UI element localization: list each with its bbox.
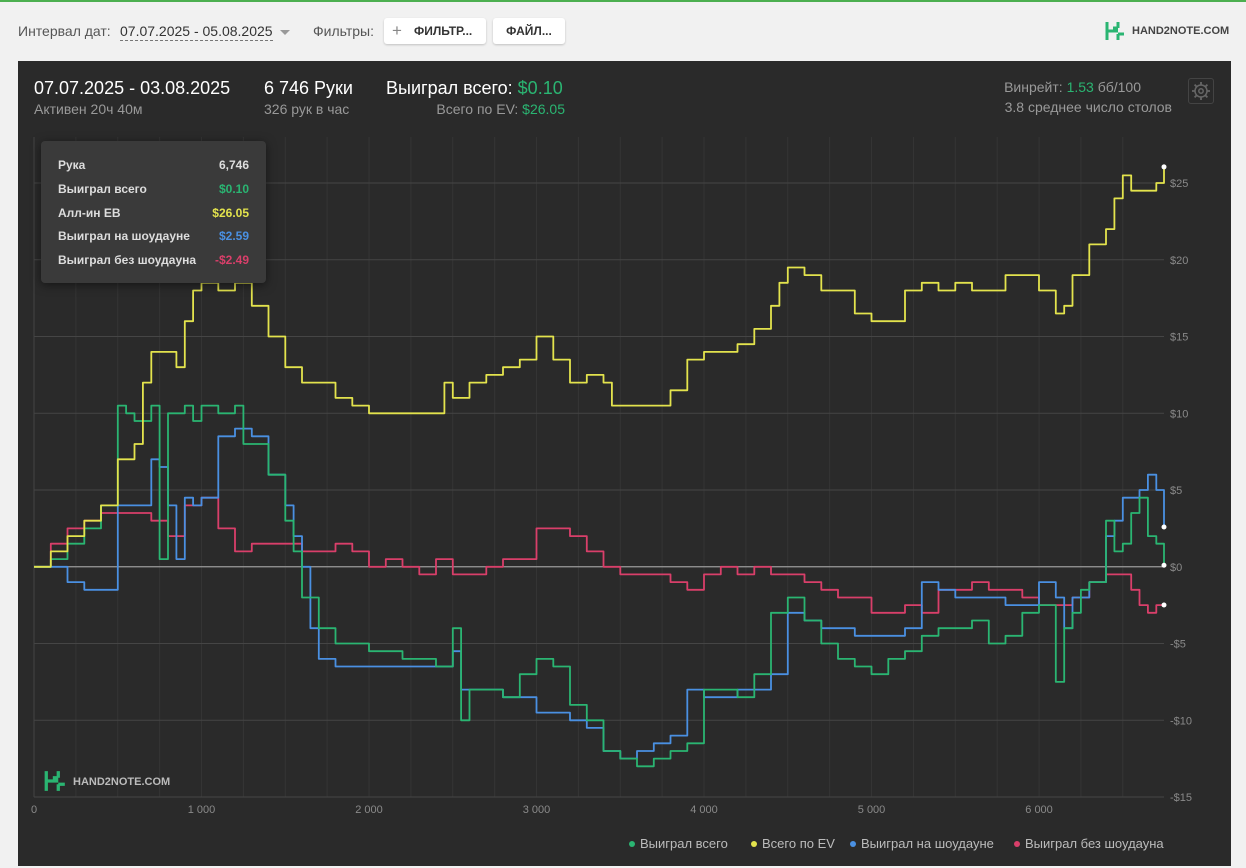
legend-label: Выиграл без шоудауна <box>1025 836 1164 851</box>
logo-icon <box>1105 22 1124 40</box>
tooltip-value: 6,746 <box>218 158 249 172</box>
legend-item[interactable]: Всего по EV <box>751 836 835 851</box>
legend-label: Выиграл на шоудауне <box>861 836 994 851</box>
file-button[interactable]: ФАЙЛ... <box>493 18 565 44</box>
y-tick-label: $20 <box>1170 255 1188 267</box>
series-line <box>34 404 1165 768</box>
tooltip-value: $2.59 <box>218 229 249 243</box>
toolbar: Интервал дат: 07.07.2025 - 05.08.2025 Фи… <box>0 2 1246 60</box>
legend-item[interactable]: Выиграл без шоудауна <box>1014 836 1164 851</box>
brand-logo: HAND2NOTE.COM <box>1104 20 1234 42</box>
y-tick-label: $5 <box>1170 485 1182 497</box>
legend-label: Всего по EV <box>762 836 835 851</box>
legend-label: Выиграл всего <box>640 836 728 851</box>
date-range-picker[interactable]: 07.07.2025 - 05.08.2025 <box>120 23 273 41</box>
file-button-label: ФАЙЛ... <box>506 24 552 38</box>
legend-item[interactable]: Выиграл всего <box>629 836 728 851</box>
hover-tooltip: Рука 6,746 Выиграл всего $0.10 Алл-ин EВ $2… <box>41 141 266 283</box>
add-filter-label: ФИЛЬТР... <box>414 24 473 38</box>
y-tick-label: -$5 <box>1170 639 1186 651</box>
series-line <box>34 496 1165 614</box>
tooltip-label: Алл-ин EВ <box>58 206 121 220</box>
plus-icon: + <box>392 21 402 40</box>
logo-text: HAND2NOTE.COM <box>1132 25 1230 37</box>
chevron-down-icon[interactable] <box>280 30 290 35</box>
legend-dot <box>751 840 757 847</box>
tooltip-value: $26.05 <box>212 206 249 220</box>
tooltip-row: Алл-ин EВ $26.05 <box>58 206 249 226</box>
filters-label: Фильтры: <box>313 23 374 39</box>
y-tick-label: -$15 <box>1170 792 1192 804</box>
tooltip-row: Выиграл всего $0.10 <box>58 182 249 202</box>
add-filter-button[interactable]: + ФИЛЬТР... <box>384 18 486 44</box>
tooltip-value: $0.10 <box>218 182 249 196</box>
tooltip-row: Рука 6,746 <box>58 158 249 178</box>
y-tick-label: $10 <box>1170 408 1188 420</box>
tooltip-label: Выиграл на шоудауне <box>58 229 190 243</box>
legend-dot <box>629 840 635 847</box>
tooltip-row: Выиграл на шоудауне $2.59 <box>58 229 249 249</box>
series-endpoint-marker <box>1161 562 1167 568</box>
x-tick-label: 5 000 <box>858 804 886 816</box>
legend-dot <box>850 840 856 847</box>
watermark-text: HAND2NOTE.COM <box>73 776 171 788</box>
watermark-logo-icon <box>44 771 65 791</box>
y-tick-label: -$10 <box>1170 715 1192 727</box>
y-tick-label: $15 <box>1170 332 1188 344</box>
x-tick-label: 6 000 <box>1025 804 1053 816</box>
series-endpoint-marker <box>1161 524 1167 530</box>
tooltip-label: Выиграл всего <box>58 182 147 196</box>
series-line <box>34 427 1165 760</box>
x-tick-label: 3 000 <box>523 804 551 816</box>
interval-label: Интервал дат: <box>18 23 111 39</box>
tooltip-label: Рука <box>58 158 86 172</box>
chart-panel: 07.07.2025 - 03.08.2025 Активен 20ч 40м … <box>18 61 1231 866</box>
legend-dot <box>1014 840 1020 847</box>
legend-item[interactable]: Выиграл на шоудауне <box>850 836 994 851</box>
tooltip-label: Выиграл без шоудауна <box>58 253 197 267</box>
series-endpoint-marker <box>1161 602 1167 608</box>
x-tick-label: 1 000 <box>188 804 216 816</box>
tooltip-row: Выиграл без шоудауна -$2.49 <box>58 253 249 273</box>
x-tick-label: 0 <box>31 804 37 816</box>
series-endpoint-marker <box>1161 164 1167 170</box>
x-tick-label: 2 000 <box>355 804 383 816</box>
y-tick-label: $25 <box>1170 178 1188 190</box>
y-tick-label: $0 <box>1170 562 1182 574</box>
x-tick-label: 4 000 <box>690 804 718 816</box>
tooltip-value: -$2.49 <box>214 253 249 267</box>
